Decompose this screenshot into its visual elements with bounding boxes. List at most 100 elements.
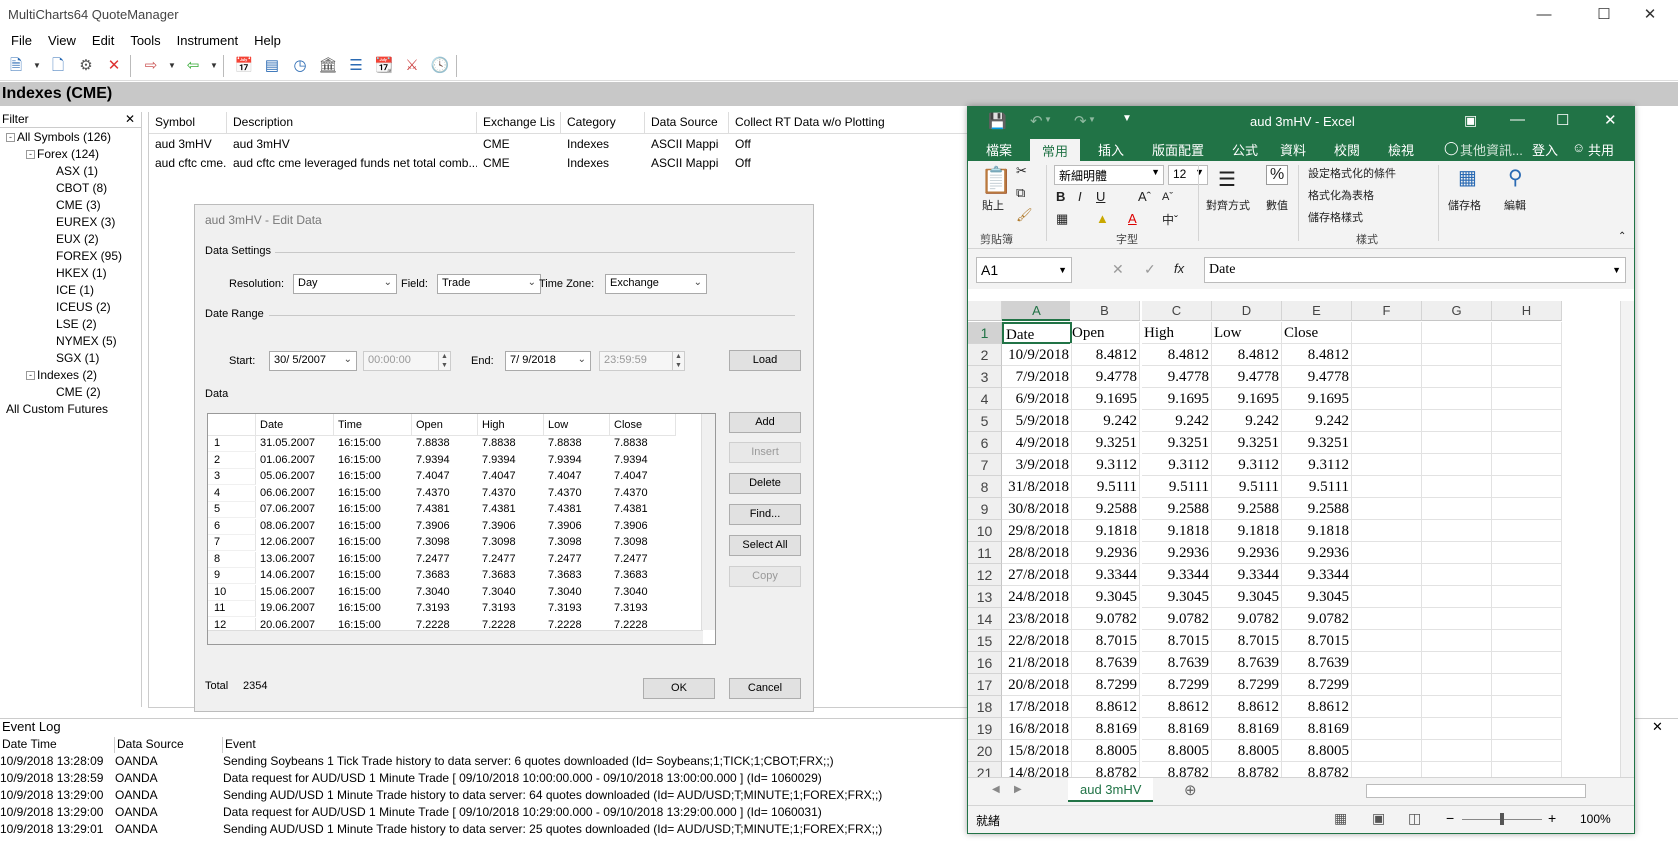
column-header[interactable]: F [1352, 301, 1422, 321]
sheet-cell[interactable] [1422, 454, 1492, 476]
sheet-cell[interactable] [1352, 696, 1422, 718]
data-cell[interactable]: 7.4381 [544, 502, 610, 518]
data-cell[interactable]: 7.3040 [544, 585, 610, 601]
sheet-cell[interactable] [1492, 476, 1562, 498]
sheet-cell[interactable] [1422, 520, 1492, 542]
tree-item[interactable]: - Indexes (2) [26, 368, 97, 382]
data-cell[interactable]: 19.06.2007 [256, 601, 334, 617]
sheet-cell[interactable] [1492, 586, 1562, 608]
tab-file[interactable]: 檔案 [986, 140, 1012, 159]
sheet-cell[interactable]: 9.1818 [1212, 520, 1282, 542]
sheet-cell[interactable] [1422, 344, 1492, 366]
sheet-cell[interactable] [1352, 586, 1422, 608]
sheet-cell[interactable]: 9.4778 [1142, 366, 1212, 388]
row-number[interactable]: 3 [208, 469, 256, 485]
zoom-level[interactable]: 100% [1580, 812, 1611, 826]
page-break-icon[interactable]: ◫ [1408, 810, 1421, 827]
grid-cell[interactable]: CME [477, 136, 561, 154]
sheet-cell[interactable]: 8.7015 [1212, 630, 1282, 652]
sheet-cell[interactable] [1492, 740, 1562, 762]
tree-item[interactable]: CME (2) [56, 385, 101, 399]
sheet-cell[interactable]: 24/8/2018 [1002, 586, 1072, 608]
tree-item[interactable]: HKEX (1) [56, 266, 107, 280]
sheet-cell[interactable]: Open [1070, 322, 1140, 344]
data-cell[interactable]: 7.4370 [412, 486, 478, 502]
sheet-cell[interactable]: 9.1695 [1212, 388, 1282, 410]
tree-item[interactable]: LSE (2) [56, 317, 97, 331]
sheet-cell[interactable]: 8.8005 [1212, 740, 1282, 762]
sheet-cell[interactable]: 8.7299 [1212, 674, 1282, 696]
sheet-cell[interactable]: 4/9/2018 [1002, 432, 1072, 454]
sheet-cell[interactable]: 8.7639 [1212, 652, 1282, 674]
tree-item[interactable]: EUREX (3) [56, 215, 115, 229]
sheet-cell[interactable] [1492, 718, 1562, 740]
sheet-cell[interactable]: 8.7015 [1070, 630, 1140, 652]
data-cell[interactable]: 7.3906 [610, 519, 676, 535]
data-cell[interactable]: 7.3040 [610, 585, 676, 601]
data-column-header[interactable]: Time [334, 414, 412, 436]
sheet-cell[interactable]: 9.4778 [1212, 366, 1282, 388]
chevron-down-icon[interactable]: ▼ [1088, 115, 1096, 124]
sheet-cell[interactable]: 31/8/2018 [1002, 476, 1072, 498]
tab-home[interactable]: 常用 [1030, 139, 1081, 161]
sheet-cell[interactable] [1352, 322, 1422, 344]
data-cell[interactable]: 7.3683 [412, 568, 478, 584]
data-cell[interactable]: 7.9394 [478, 453, 544, 469]
sheet-cell[interactable]: 9.1818 [1282, 520, 1352, 542]
sheet-cell[interactable]: 9.5111 [1070, 476, 1140, 498]
data-cell[interactable]: 7.4047 [478, 469, 544, 485]
tab-data[interactable]: 資料 [1280, 140, 1306, 159]
data-cell[interactable]: 16:15:00 [334, 585, 412, 601]
sheet-cell[interactable]: 8.8782 [1142, 762, 1212, 777]
tab-insert[interactable]: 插入 [1098, 140, 1124, 159]
page-layout-icon[interactable]: ▣ [1372, 810, 1385, 827]
sheet-cell[interactable]: 6/9/2018 [1002, 388, 1072, 410]
sheet-cell[interactable]: 8.7639 [1070, 652, 1140, 674]
sheet-cell[interactable]: 9.3251 [1070, 432, 1140, 454]
data-cell[interactable]: 7.3906 [478, 519, 544, 535]
sheet-cell[interactable] [1352, 454, 1422, 476]
data-cell[interactable]: 7.3098 [412, 535, 478, 551]
normal-view-icon[interactable]: ▦ [1334, 810, 1347, 827]
tree-item[interactable]: CBOT (8) [56, 181, 107, 195]
row-header[interactable]: 10 [968, 520, 1002, 542]
maximize-icon[interactable]: ☐ [1556, 111, 1569, 129]
data-cell[interactable]: 7.3193 [412, 601, 478, 617]
sheet-cell[interactable] [1352, 542, 1422, 564]
sheet-cell[interactable]: 9.0782 [1212, 608, 1282, 630]
tab-formulas[interactable]: 公式 [1232, 140, 1258, 159]
sheet-cell[interactable]: 15/8/2018 [1002, 740, 1072, 762]
sheet-cell[interactable]: 9.1695 [1282, 388, 1352, 410]
data-cell[interactable]: 7.4370 [544, 486, 610, 502]
paste-icon[interactable]: 📋 [980, 165, 1012, 196]
collapse-ribbon-icon[interactable]: ⌃ [1618, 231, 1626, 242]
sheet-cell[interactable]: 9.2588 [1212, 498, 1282, 520]
data-cell[interactable]: 16:15:00 [334, 486, 412, 502]
sheet-cell[interactable]: 7/9/2018 [1002, 366, 1072, 388]
close-filter-icon[interactable]: ✕ [125, 112, 135, 126]
undo-icon[interactable]: ↶ [1030, 112, 1043, 130]
sheet-cell[interactable]: 9.3112 [1282, 454, 1352, 476]
data-cell[interactable]: 16:15:00 [334, 568, 412, 584]
row-header[interactable]: 12 [968, 564, 1002, 586]
data-cell[interactable]: 7.9394 [544, 453, 610, 469]
close-log-icon[interactable]: ✕ [1652, 719, 1663, 735]
sheet-cell[interactable]: 28/8/2018 [1002, 542, 1072, 564]
log-col-source[interactable]: Data Source [115, 737, 223, 753]
sheet-cell[interactable]: 30/8/2018 [1002, 498, 1072, 520]
data-cell[interactable]: 7.3098 [610, 535, 676, 551]
data-cell[interactable]: 14.06.2007 [256, 568, 334, 584]
horizontal-scrollbar[interactable] [1366, 784, 1586, 798]
row-header[interactable]: 1 [968, 322, 1002, 344]
row-header[interactable]: 14 [968, 608, 1002, 630]
sheet-cell[interactable] [1492, 674, 1562, 696]
sheet-cell[interactable]: 9.3112 [1142, 454, 1212, 476]
data-cell[interactable]: 16:15:00 [334, 519, 412, 535]
sheet-cell[interactable]: 9.3344 [1282, 564, 1352, 586]
sheet-cell[interactable] [1352, 520, 1422, 542]
data-cell[interactable]: 7.4047 [544, 469, 610, 485]
sheet-cell[interactable]: 8.7639 [1142, 652, 1212, 674]
sheet-cell[interactable]: 8.7299 [1142, 674, 1212, 696]
sheet-cell[interactable]: 21/8/2018 [1002, 652, 1072, 674]
end-date-picker[interactable]: 7/ 9/2018 ⌄ [505, 351, 591, 371]
